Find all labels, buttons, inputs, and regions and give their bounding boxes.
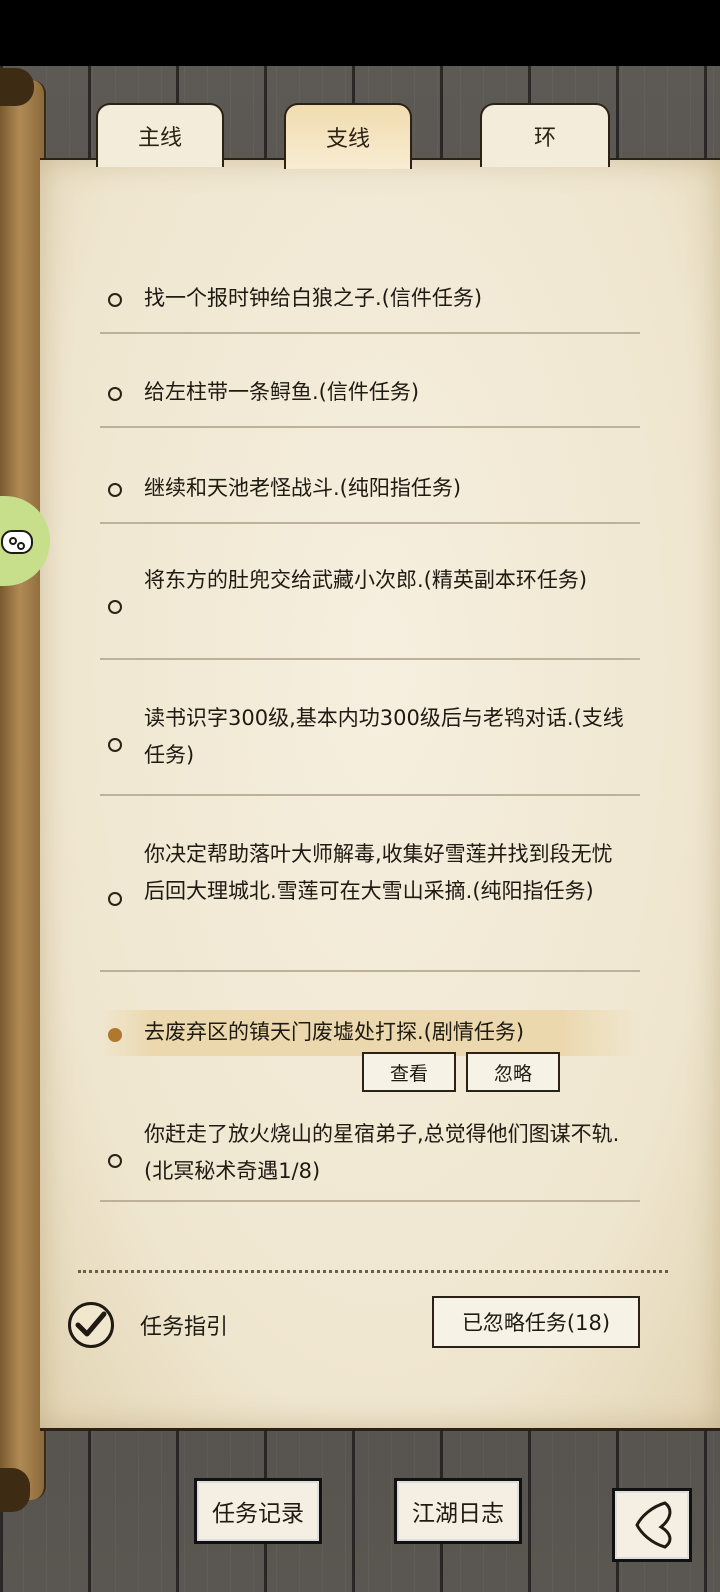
quest-bullet-icon [108, 387, 122, 401]
quest-bullet-icon [108, 892, 122, 906]
quest-item[interactable]: 找一个报时钟给白狼之子.(信件任务) [100, 268, 640, 334]
ignore-quest-button[interactable]: 忽略 [466, 1052, 560, 1092]
tab-side[interactable]: 支线 [284, 103, 412, 169]
quest-bullet-icon [108, 1154, 122, 1168]
quest-bullet-icon [108, 1028, 122, 1042]
quest-bullet-icon [108, 738, 122, 752]
quest-text: 将东方的肚兜交给武藏小次郎.(精英副本环任务) [144, 568, 588, 592]
quest-text: 给左柱带一条鲟鱼.(信件任务) [144, 380, 420, 404]
quest-item[interactable]: 你赶走了放火烧山的星宿弟子,总觉得他们图谋不轨.(北冥秘术奇遇1/8) [100, 1110, 640, 1202]
tab-ring[interactable]: 环 [480, 103, 610, 167]
back-arrow-icon [635, 1501, 672, 1549]
jianghu-journal-button[interactable]: 江湖日志 [394, 1478, 522, 1544]
quest-text: 找一个报时钟给白狼之子.(信件任务) [144, 286, 483, 310]
quest-item[interactable]: 你决定帮助落叶大师解毒,收集好雪莲并找到段无忧后回大理城北.雪莲可在大雪山采摘.… [100, 820, 640, 972]
gamepad-icon [1, 530, 33, 554]
quest-text: 你决定帮助落叶大师解毒,收集好雪莲并找到段无忧后回大理城北.雪莲可在大雪山采摘.… [144, 842, 613, 903]
quest-item[interactable]: 给左柱带一条鲟鱼.(信件任务) [100, 362, 640, 428]
scroll-roller-cap-top [0, 68, 34, 106]
quest-item[interactable]: 继续和天池老怪战斗.(纯阳指任务) [100, 458, 640, 524]
quest-text: 你赶走了放火烧山的星宿弟子,总觉得他们图谋不轨.(北冥秘术奇遇1/8) [144, 1122, 620, 1183]
back-button[interactable] [612, 1488, 692, 1562]
quest-item-selected[interactable]: 去废弃区的镇天门废墟处打探.(剧情任务) [100, 1010, 640, 1056]
quest-bullet-icon [108, 600, 122, 614]
quest-item[interactable]: 读书识字300级,基本内功300级后与老鸨对话.(支线任务) [100, 686, 640, 796]
quest-text: 读书识字300级,基本内功300级后与老鸨对话.(支线任务) [144, 706, 624, 767]
view-quest-button[interactable]: 查看 [362, 1052, 456, 1092]
quest-bullet-icon [108, 293, 122, 307]
guide-checkbox[interactable] [68, 1302, 114, 1348]
quest-item[interactable]: 将东方的肚兜交给武藏小次郎.(精英副本环任务) [100, 548, 640, 660]
scroll-roller-cap-bottom [0, 1468, 30, 1512]
quest-text: 继续和天池老怪战斗.(纯阳指任务) [144, 476, 462, 500]
tab-main[interactable]: 主线 [96, 103, 224, 167]
quest-text: 去废弃区的镇天门废墟处打探.(剧情任务) [144, 1020, 525, 1044]
quest-records-button[interactable]: 任务记录 [194, 1478, 322, 1544]
guide-label: 任务指引 [140, 1315, 229, 1340]
checkmark-icon [75, 1311, 107, 1337]
ignored-quests-button[interactable]: 已忽略任务(18) [432, 1296, 640, 1348]
divider [78, 1270, 668, 1273]
quest-bullet-icon [108, 483, 122, 497]
